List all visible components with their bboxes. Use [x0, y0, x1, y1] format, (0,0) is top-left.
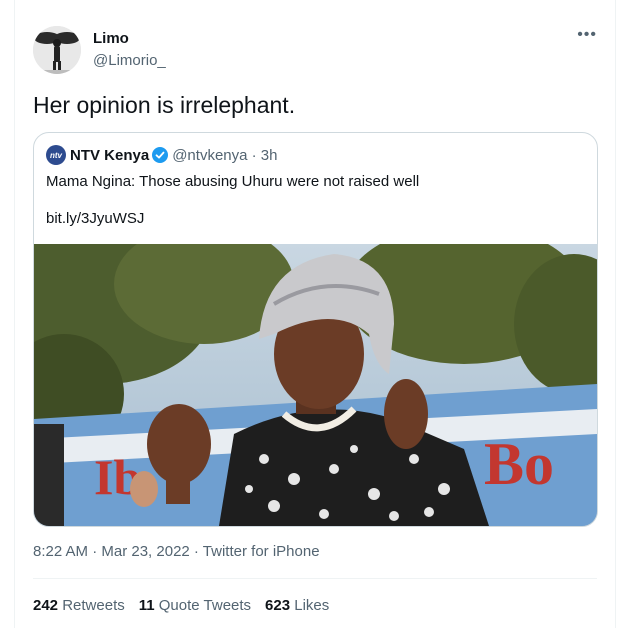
likes-stat[interactable]: 623 Likes — [265, 597, 329, 614]
tweet-stats: 242 Retweets 11 Quote Tweets 623 Likes — [33, 597, 329, 614]
quoted-author-name: NTV Kenya — [70, 146, 150, 164]
tweet-timestamp[interactable]: 8:22 AM · Mar 23, 2022 · Twitter for iPh… — [33, 543, 320, 560]
tweet-text: Her opinion is irrelephant. — [33, 92, 296, 118]
more-horizontal-icon[interactable]: ••• — [577, 26, 597, 44]
svg-text:Bo: Bo — [484, 431, 554, 497]
likes-count: 623 — [265, 597, 291, 614]
quoted-tweet-link[interactable]: bit.ly/3JyuWSJ — [46, 209, 144, 229]
quote-tweets-count: 11 — [138, 597, 155, 614]
divider — [33, 578, 597, 579]
quote-tweets-label: Quote Tweets — [158, 597, 252, 614]
author-handle[interactable]: @Limorio_ — [93, 52, 166, 69]
tweet-card: Limo @Limorio_ ••• Her opinion is irrele… — [14, 0, 616, 628]
author-avatar[interactable] — [33, 26, 81, 74]
verified-badge-icon — [152, 147, 169, 163]
author-name[interactable]: Limo — [93, 30, 129, 47]
ntv-logo-avatar: ntv — [46, 145, 66, 165]
quoted-tweet-header: ntv NTV Kenya @ntvkenya · 3h — [46, 145, 277, 165]
quote-tweets-stat[interactable]: 11 Quote Tweets — [139, 597, 251, 614]
retweets-count: 242 — [33, 597, 59, 614]
quoted-author-handle: @ntvkenya · 3h — [172, 146, 278, 164]
likes-label: Likes — [294, 597, 330, 614]
retweets-stat[interactable]: 242 Retweets — [33, 597, 125, 614]
retweets-label: Retweets — [62, 597, 125, 614]
quoted-tweet[interactable]: ntv NTV Kenya @ntvkenya · 3h Mama Ngina:… — [33, 132, 598, 527]
quoted-tweet-text: Mama Ngina: Those abusing Uhuru were not… — [46, 173, 420, 190]
quoted-tweet-photo[interactable]: Bo Ib — [34, 224, 597, 526]
